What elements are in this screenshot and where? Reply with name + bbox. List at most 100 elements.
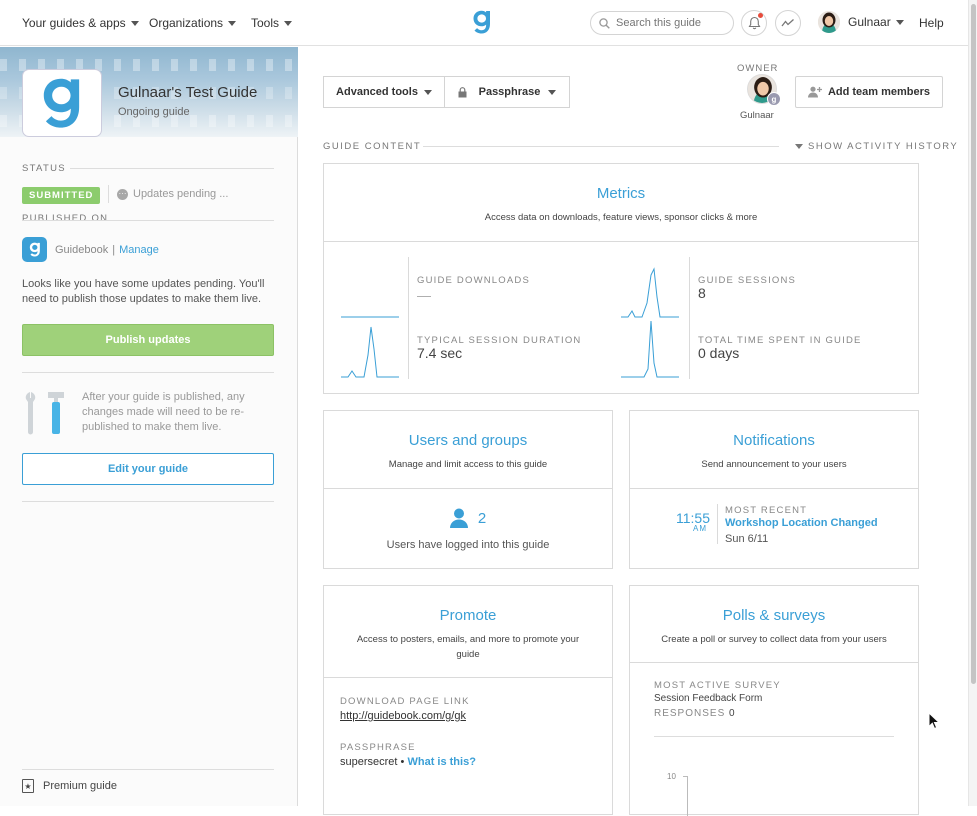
polls-surveys-card[interactable]: Polls & surveys Create a poll or survey …	[629, 585, 919, 816]
notification-ampm: AM	[693, 524, 707, 533]
notifications-card[interactable]: Notifications Send announcement to your …	[629, 410, 919, 569]
avatar	[818, 11, 840, 33]
main-content: Advanced tools Passphrase OWNER g Gulnaa…	[299, 47, 968, 816]
polls-title: Polls & surveys	[722, 607, 826, 624]
advanced-tools-label: Advanced tools	[336, 86, 418, 98]
more-dots-icon: ···	[117, 188, 128, 200]
chart-axis	[687, 776, 688, 816]
chevron-down-icon	[130, 20, 139, 26]
top-nav-bar: Your guides & apps Organizations Tools S…	[0, 0, 968, 46]
advanced-tools-dropdown[interactable]: Advanced tools	[323, 76, 445, 108]
notifications-description: Send announcement to your users	[701, 459, 847, 470]
notifications-title: Notifications	[733, 432, 815, 449]
promote-card[interactable]: Promote Access to posters, emails, and m…	[323, 585, 613, 815]
what-is-this-link[interactable]: What is this?	[407, 756, 475, 768]
metrics-description: Access data on downloads, feature views,…	[484, 212, 758, 223]
passphrase-value: supersecret	[340, 756, 398, 768]
promote-description: Access to posters, emails, and more to p…	[356, 634, 580, 660]
downloads-label: GUIDE DOWNLOADS	[417, 275, 531, 286]
help-label: Help	[919, 16, 944, 30]
guide-app-icon[interactable]	[22, 69, 102, 137]
guide-g-icon	[43, 78, 80, 128]
search-box[interactable]	[590, 11, 734, 35]
sessions-value: 8	[698, 285, 706, 301]
chevron-down-icon	[284, 20, 293, 26]
search-input[interactable]	[616, 17, 726, 29]
sessions-label: GUIDE SESSIONS	[698, 275, 797, 286]
show-activity-history[interactable]: SHOW ACTIVITY HISTORY	[795, 141, 958, 152]
sessions-sparkline	[621, 267, 679, 318]
passphrase-label-promote: PASSPHRASE	[340, 742, 416, 753]
platform-name: Guidebook	[55, 243, 109, 256]
menu-your-guides-label: Your guides & apps	[22, 16, 126, 30]
duration-value: 7.4 sec	[417, 345, 463, 361]
time-spent-sparkline	[621, 320, 679, 378]
owner-avatar[interactable]: g	[747, 74, 781, 107]
chevron-down-icon	[228, 20, 237, 26]
time-spent-value: 0 days	[698, 345, 740, 361]
premium-label: Premium guide	[43, 780, 117, 792]
users-count: 2	[324, 508, 612, 528]
guidebook-logo-icon[interactable]	[471, 8, 493, 36]
guide-content-heading: GUIDE CONTENT	[323, 141, 422, 152]
menu-tools[interactable]: Tools	[251, 16, 293, 30]
users-description: Manage and limit access to this guide	[388, 459, 548, 470]
guide-subtitle: Ongoing guide	[118, 106, 190, 118]
active-survey-label: MOST ACTIVE SURVEY	[654, 680, 781, 691]
lock-icon	[458, 86, 467, 97]
user-menu[interactable]: Gulnaar	[818, 11, 904, 33]
menu-organizations-label: Organizations	[149, 16, 224, 30]
chevron-down-icon	[548, 89, 557, 95]
bell-icon	[748, 16, 760, 30]
pending-text: Updates pending ...	[133, 188, 229, 200]
users-note: Users have logged into this guide	[386, 539, 550, 551]
guidebook-app-icon	[22, 237, 47, 262]
platform-separator: |	[112, 243, 116, 256]
chevron-down-icon	[795, 144, 803, 149]
passphrase-dropdown[interactable]: Passphrase	[444, 76, 570, 108]
add-user-icon	[807, 86, 822, 98]
activity-history-label: SHOW ACTIVITY HISTORY	[808, 141, 959, 152]
add-team-members-button[interactable]: Add team members	[795, 76, 943, 108]
published-on-label: PUBLISHED ON	[22, 213, 109, 224]
guide-title: Gulnaar's Test Guide	[118, 84, 258, 101]
responses-value: 0	[729, 708, 736, 719]
promote-title: Promote	[439, 607, 497, 624]
manage-link[interactable]: Manage	[119, 244, 159, 256]
user-name: Gulnaar	[848, 15, 891, 29]
recent-date: Sun 6/11	[725, 533, 769, 545]
passphrase-row: supersecret • What is this?	[340, 756, 476, 768]
publish-updates-button[interactable]: Publish updates	[22, 324, 274, 356]
help-link[interactable]: Help	[919, 16, 944, 30]
page-scrollbar[interactable]	[968, 0, 977, 806]
status-badge: SUBMITTED	[22, 187, 101, 204]
activity-button[interactable]	[775, 10, 801, 36]
downloads-sparkline	[341, 316, 399, 318]
status-label: STATUS	[22, 163, 66, 174]
download-page-link[interactable]: http://guidebook.com/g/gk	[340, 710, 466, 722]
menu-organizations[interactable]: Organizations	[149, 16, 237, 30]
mouse-cursor-icon	[928, 712, 940, 730]
passphrase-label: Passphrase	[478, 86, 541, 98]
chart-tick: 10	[667, 772, 676, 781]
metrics-card[interactable]: Metrics Access data on downloads, featur…	[323, 163, 919, 394]
notifications-button[interactable]	[741, 10, 767, 36]
chevron-down-icon	[423, 89, 432, 95]
edit-guide-button[interactable]: Edit your guide	[22, 453, 274, 485]
recent-notification-link[interactable]: Workshop Location Changed	[725, 517, 878, 529]
scrollbar-thumb[interactable]	[971, 4, 976, 684]
metrics-title: Metrics	[596, 185, 646, 202]
users-groups-card[interactable]: Users and groups Manage and limit access…	[323, 410, 613, 569]
tools-icon	[25, 392, 64, 435]
downloads-value: —	[417, 287, 431, 303]
premium-guide[interactable]: ★ Premium guide	[22, 779, 117, 793]
users-count-value: 2	[477, 509, 487, 527]
responses-label: RESPONSES	[654, 708, 726, 719]
user-icon	[449, 508, 468, 528]
owner-name: Gulnaar	[740, 110, 774, 121]
duration-sparkline	[341, 326, 399, 378]
pending-message: Looks like you have some updates pending…	[22, 278, 265, 305]
chevron-down-icon	[895, 19, 904, 25]
menu-your-guides[interactable]: Your guides & apps	[22, 16, 139, 30]
users-title: Users and groups	[408, 432, 528, 449]
